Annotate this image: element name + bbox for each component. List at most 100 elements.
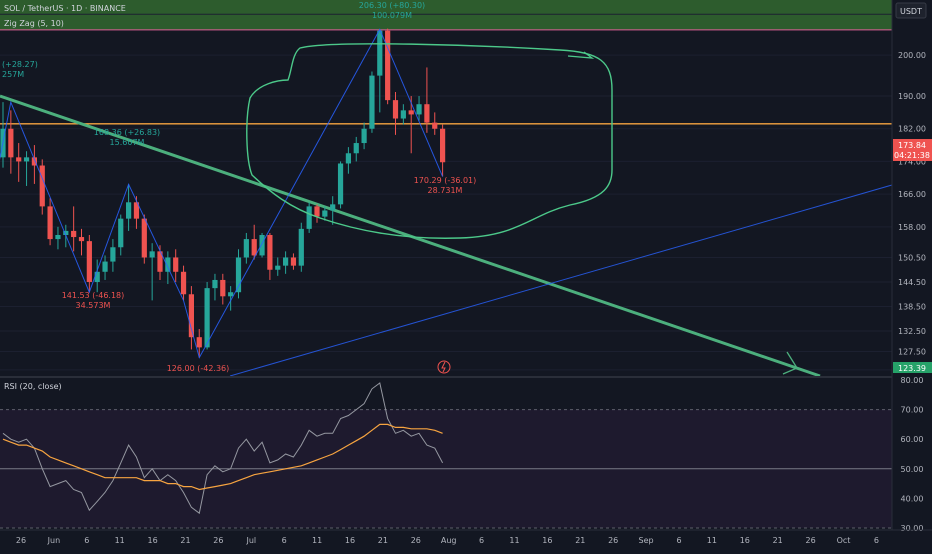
time-tick-label: 26: [608, 536, 618, 545]
label-last-swing: 170.29 (-36.01): [414, 176, 477, 185]
price-tick-label: 150.50: [898, 253, 926, 262]
time-tick-label: 16: [148, 536, 158, 545]
candle-body: [204, 288, 210, 348]
candle-body: [55, 235, 61, 240]
candle-body: [180, 271, 187, 295]
candle-body: [400, 110, 406, 119]
time-tick-label: 21: [773, 536, 783, 545]
time-tick-label: 6: [479, 536, 484, 545]
time-tick-label: 21: [378, 536, 388, 545]
time-tick-label: 26: [411, 536, 421, 545]
countdown-value: 04:21:38: [894, 151, 930, 160]
candle-body: [71, 230, 77, 238]
candle-body: [118, 218, 124, 248]
indicator-legend[interactable]: Zig Zag (5, 10): [4, 19, 64, 28]
candle-body: [314, 206, 320, 217]
candle-body: [228, 292, 234, 297]
price-tick-label: 182.00: [898, 125, 926, 134]
label-top-high-vol: 100.079M: [372, 11, 412, 20]
candle-body: [39, 165, 45, 207]
time-tick-label: 21: [575, 536, 585, 545]
label-mid-high-vol: 15.607M: [110, 138, 145, 147]
symbol-legend[interactable]: SOL / TetherUS · 1D · BINANCE: [4, 4, 126, 13]
candle-body: [283, 257, 289, 266]
candle-body: [243, 239, 249, 258]
current-price-value: 173.84: [898, 141, 926, 150]
label-mid-high: 168.36 (+26.83): [94, 128, 160, 137]
candle-body: [173, 257, 179, 272]
rsi-tick-label: 80.00: [901, 376, 924, 385]
time-tick-label: 11: [115, 536, 125, 545]
candle-body: [440, 128, 446, 163]
rsi-tick-label: 40.00: [901, 494, 924, 503]
candle-body: [361, 128, 367, 144]
rsi-legend[interactable]: RSI (20, close): [4, 382, 62, 391]
candle-body: [267, 235, 273, 270]
candle-body: [212, 279, 218, 289]
time-tick-label: 21: [180, 536, 190, 545]
candle-body: [392, 100, 399, 119]
time-tick-label: 26: [16, 536, 26, 545]
candle-body: [432, 122, 438, 129]
candle-body: [298, 228, 304, 266]
price-tick-label: 166.00: [898, 190, 926, 199]
label-low-1-vol: 34.573M: [76, 301, 111, 310]
candle-body: [196, 337, 202, 348]
label-low-1: 141.53 (-46.18): [62, 291, 125, 300]
trendline-price-value: 123.39: [898, 364, 926, 373]
time-tick-label: Jul: [245, 536, 256, 545]
time-tick-label: 11: [312, 536, 322, 545]
candle-body: [337, 163, 344, 205]
time-tick-label: 6: [676, 536, 681, 545]
candle-body: [16, 157, 22, 162]
candle-body: [251, 239, 257, 256]
time-tick-label: 16: [345, 536, 355, 545]
candle-body: [424, 104, 430, 123]
candle-body: [141, 218, 147, 258]
time-tick-label: Aug: [441, 536, 457, 545]
candle-body: [259, 235, 265, 256]
price-tick-label: 200.00: [898, 51, 926, 60]
pane-divider[interactable]: [0, 376, 892, 378]
rsi-tick-label: 60.00: [901, 435, 924, 444]
trendline-price-tag: 123.39: [893, 362, 932, 373]
time-tick-label: 11: [707, 536, 717, 545]
candle-body: [290, 257, 297, 266]
candle-body: [377, 30, 383, 76]
label-left-partial: (+28.27): [2, 60, 38, 69]
rsi-tick-label: 50.00: [901, 465, 924, 474]
time-tick-label: 6: [874, 536, 879, 545]
time-tick-label: 26: [806, 536, 816, 545]
label-left-partial-vol: 257M: [2, 70, 24, 79]
currency-badge[interactable]: USDT: [895, 2, 927, 19]
price-chart-canvas[interactable]: 206.30 (+80.30) 100.079M (+28.27) 257M 1…: [0, 0, 932, 550]
candle-body: [322, 210, 328, 217]
candle-body: [416, 104, 422, 115]
candle-body: [385, 30, 391, 101]
price-axis-bg: [892, 0, 932, 530]
current-price-tag: 173.84 04:21:38: [893, 139, 932, 161]
candle-body: [110, 247, 116, 262]
price-tick-label: 144.50: [898, 278, 926, 287]
price-tick-label: 127.50: [898, 347, 926, 356]
candle-body: [47, 206, 53, 240]
chart-window: 206.30 (+80.30) 100.079M (+28.27) 257M 1…: [0, 0, 932, 550]
time-tick-label: 6: [282, 536, 287, 545]
candle-body: [275, 265, 281, 270]
candle-body: [220, 279, 226, 297]
time-tick-label: 26: [213, 536, 223, 545]
highlight-band: [0, 0, 892, 30]
candle-body: [102, 261, 108, 272]
candle-body: [369, 75, 375, 129]
label-last-swing-vol: 28.731M: [428, 186, 463, 195]
rsi-tick-label: 30.00: [901, 524, 924, 533]
price-tick-label: 138.50: [898, 303, 926, 312]
candle-body: [408, 110, 414, 115]
time-tick-label: Oct: [837, 536, 851, 545]
candle-body: [149, 251, 155, 258]
candle-body: [86, 241, 92, 282]
candle-body: [306, 206, 312, 229]
rsi-tick-label: 70.00: [901, 406, 924, 415]
currency-label: USDT: [900, 7, 922, 16]
price-tick-label: 132.50: [898, 327, 926, 336]
